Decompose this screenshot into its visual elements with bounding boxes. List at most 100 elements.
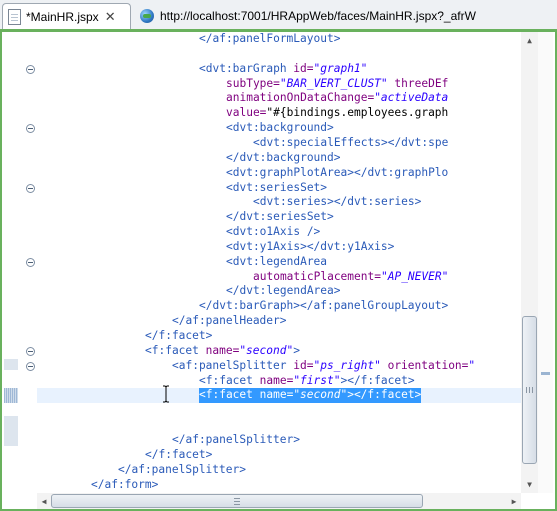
tab-label: *MainHR.jspx [26,9,99,24]
code-line[interactable]: </dvt:legendArea> [37,284,521,299]
code-text: <f:facet name="first"></f:facet> [199,374,415,389]
code-token: </af:panelSplitter> [172,432,300,446]
code-line[interactable]: <dvt:o1Axis /> [37,225,521,240]
code-text: <dvt:graphPlotArea></dvt:graphPlo [226,166,448,181]
code-line[interactable]: <f:facet name="first"></f:facet> [37,374,521,389]
code-text: subType="BAR_VERT_CLUST" threeDEf [226,77,448,92]
tab-browser-url[interactable]: http://localhost:7001/HRAppWeb/faces/Mai… [133,3,557,29]
change-marker [4,358,18,370]
code-text: value="#{bindings.employees.graph [226,106,448,121]
code-line[interactable] [37,418,521,433]
folding-ruler[interactable] [2,32,37,493]
vertical-scrollbar[interactable]: ▲ ▼ [521,32,538,493]
fold-collapse-icon[interactable] [26,257,35,267]
code-line[interactable]: <dvt:y1Axis></dvt:y1Axis> [37,240,521,255]
code-text: <dvt:series></dvt:series> [253,195,421,210]
code-text: <af:panelSplitter id="ps_right" orientat… [172,359,475,374]
code-token: "second" [239,343,294,357]
code-token: </f:facet> [145,329,213,342]
code-line[interactable]: </dvt:background> [37,151,521,166]
code-text: </dvt:legendArea> [226,284,341,299]
code-line[interactable]: <af:panelSplitter id="ps_right" orientat… [37,359,521,374]
code-text: <dvt:barGraph id="graph1" [199,62,367,77]
code-line[interactable]: <dvt:barGraph id="graph1" [37,62,521,77]
code-text: <dvt:background> [226,121,334,136]
code-token: "BAR_VERT_CLUST" [279,76,388,90]
code-line[interactable]: </af:panelSplitter> [37,433,521,448]
code-line[interactable]: </dvt:barGraph></af:panelGroupLayout> [37,299,521,314]
code-token: </af:panelHeader> [172,314,287,328]
code-line[interactable]: <dvt:specialEffects></dvt:spe [37,136,521,151]
code-line[interactable]: </f:facet> [37,448,521,463]
horizontal-scroll-thumb[interactable] [51,494,423,508]
code-line[interactable]: <dvt:series></dvt:series> [37,195,521,210]
fold-collapse-icon[interactable] [26,361,35,371]
code-text: </f:facet> [145,448,212,463]
code-line[interactable]: </af:panelSplitter> [37,463,521,478]
horizontal-scrollbar[interactable]: ◀ ▶ [37,493,521,509]
code-line[interactable] [37,403,521,418]
code-token: </f:facet> [145,447,213,461]
tab-mainhr-jspx[interactable]: *MainHR.jspx ✕ [2,3,131,29]
code-line[interactable]: </af:panelFormLayout> [37,32,521,47]
scroll-up-icon[interactable]: ▲ [521,32,538,49]
scroll-down-icon[interactable]: ▼ [521,476,538,493]
code-text: <dvt:o1Axis /> [226,225,320,240]
scroll-left-icon[interactable]: ◀ [37,493,51,509]
grip-icon [525,387,534,393]
fold-collapse-icon[interactable] [26,183,35,193]
code-line[interactable]: <dvt:background> [37,121,521,136]
overview-marker[interactable] [541,372,550,375]
code-token: <dvt:series></dvt:series> [253,195,422,209]
change-marker [4,416,18,447]
fold-collapse-icon[interactable] [26,64,35,74]
scroll-right-icon[interactable]: ▶ [507,493,521,509]
code-line[interactable]: <dvt:seriesSet> [37,181,521,196]
code-text: </af:panelSplitter> [118,463,246,478]
code-token: <f:facet [199,388,260,402]
code-token: </af:form> [91,477,159,491]
code-text: <f:facet name="second"> [145,344,300,359]
code-line[interactable]: </af:panelHeader> [37,314,521,329]
code-token: name= [259,373,294,387]
jspx-file-icon [8,8,21,25]
code-token: id= [293,61,314,75]
code-line[interactable]: </af:form> [37,478,521,493]
code-area[interactable]: </af:panelFormLayout> <dvt:barGraph id="g… [37,32,521,493]
code-token: <dvt:y1Axis></dvt:y1Axis> [226,239,395,253]
code-token: name= [259,388,294,402]
code-text: <dvt:legendArea [226,255,327,270]
code-line[interactable]: </dvt:seriesSet> [37,210,521,225]
code-text: </af:panelFormLayout> [199,32,340,47]
vertical-scroll-thumb[interactable] [522,316,537,464]
code-token: <dvt:specialEffects></dvt:spe [253,135,449,149]
code-line[interactable]: <dvt:graphPlotArea></dvt:graphPlo [37,166,521,181]
code-token: <dvt:o1Axis /> [226,225,321,239]
globe-icon [140,9,154,23]
code-token: <dvt:barGraph [199,61,294,75]
code-token: ></f:facet> [340,373,415,387]
code-token: <dvt:graphPlotArea></dvt:graphPlo [226,165,449,179]
code-token: value= [226,106,267,120]
code-line[interactable] [37,47,521,62]
code-line[interactable]: animationOnDataChange="activeData [37,91,521,106]
code-token: "graph1" [313,61,368,75]
fold-collapse-icon[interactable] [26,346,35,356]
code-line[interactable]: automaticPlacement="AP_NEVER" [37,270,521,285]
close-icon[interactable]: ✕ [105,10,116,23]
code-line[interactable]: <f:facet name="second"></f:facet> [37,388,521,404]
code-token: <af:panelSplitter [172,358,294,372]
code-token: ></f:facet> [347,388,422,402]
code-line[interactable]: subType="BAR_VERT_CLUST" threeDEf [37,77,521,92]
code-token: </dvt:barGraph></af:panelGroupLayout> [199,299,449,313]
code-line[interactable]: value="#{bindings.employees.graph [37,106,521,121]
code-line[interactable]: <dvt:legendArea [37,255,521,270]
code-line[interactable]: </f:facet> [37,329,521,344]
fold-collapse-icon[interactable] [26,124,35,134]
code-token: animationOnDataChange= [226,91,375,105]
code-token: "ps_right" [313,358,381,372]
code-line[interactable]: <f:facet name="second"> [37,344,521,359]
overview-ruler[interactable] [538,32,553,493]
code-text: automaticPlacement="AP_NEVER" [253,270,448,285]
